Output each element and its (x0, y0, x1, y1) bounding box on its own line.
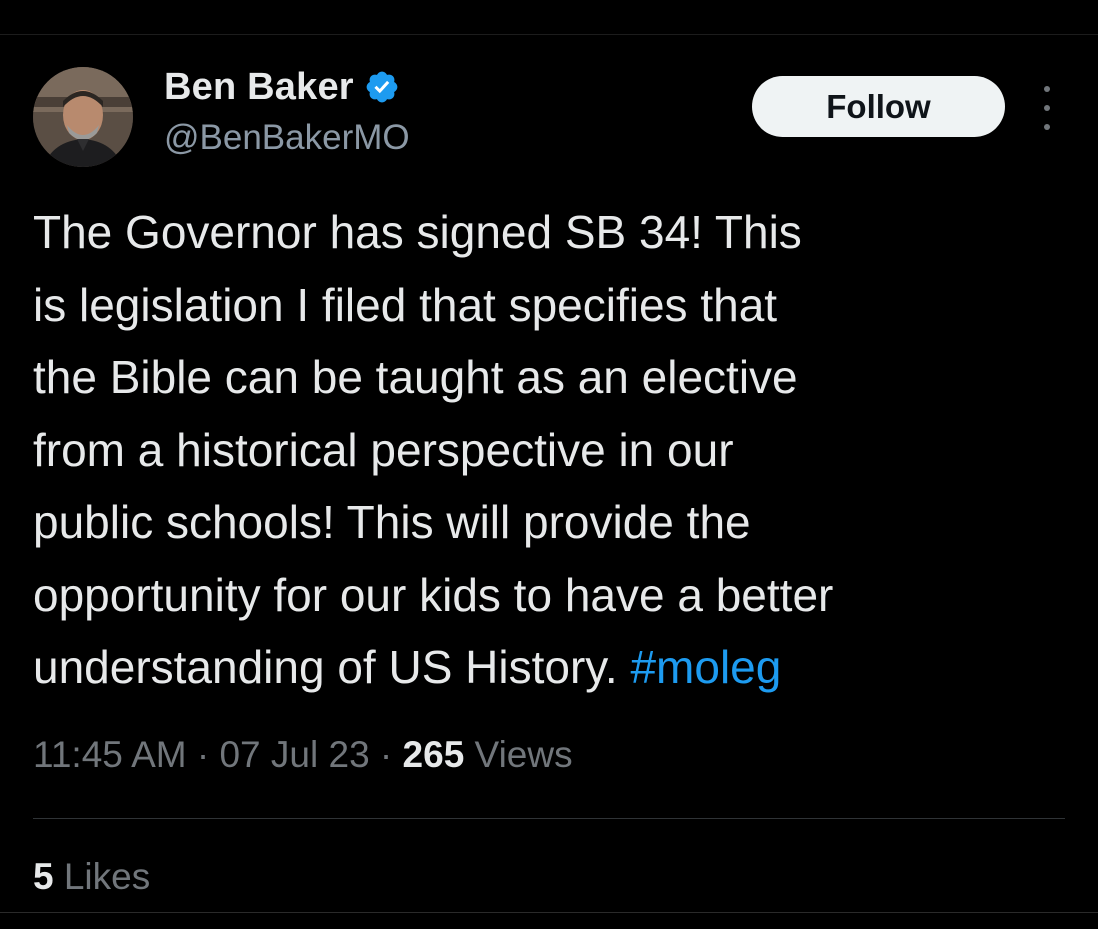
tweet-line: is legislation I filed that specifies th… (33, 278, 778, 331)
tweet-line-last: understanding of US History. #moleg (33, 631, 1073, 704)
tweet-text: The Governor has signed SB 34! This is l… (33, 196, 1073, 704)
more-dot (1044, 105, 1050, 111)
tweet-line: from a historical perspective in our (33, 423, 734, 476)
views-label: Views (464, 734, 573, 775)
tweet-time[interactable]: 11:45 AM (33, 734, 187, 775)
top-divider (0, 34, 1098, 35)
display-name[interactable]: Ben Baker (164, 66, 354, 109)
tweet-meta: 11:45 AM · 07 Jul 23 · 265 Views (33, 734, 573, 776)
divider (33, 818, 1065, 819)
tweet-line: The Governor has signed SB 34! This (33, 206, 802, 258)
tweet-line: public schools! This will provide the (33, 496, 751, 548)
tweet-line: opportunity for our kids to have a bette… (33, 568, 834, 621)
likes-row[interactable]: 5 Likes (33, 856, 150, 898)
meta-separator: · (369, 734, 403, 775)
meta-separator: · (186, 734, 220, 775)
user-handle[interactable]: @BenBakerMO (164, 118, 410, 158)
verified-badge-icon (364, 69, 400, 105)
more-vertical-icon[interactable] (1032, 86, 1062, 130)
tweet-line-text: understanding of US History. (33, 641, 631, 693)
more-dot (1044, 86, 1050, 92)
profile-photo-icon (33, 67, 133, 167)
author-info: Ben Baker @BenBakerMO (164, 62, 410, 158)
likes-label: Likes (53, 856, 151, 897)
tweet-card: Ben Baker @BenBakerMO Follow The Governo… (0, 0, 1098, 929)
tweet-date[interactable]: 07 Jul 23 (219, 734, 369, 775)
likes-count: 5 (33, 856, 54, 897)
views-count: 265 (402, 734, 465, 775)
bottom-divider (0, 912, 1098, 913)
hashtag-link[interactable]: #moleg (630, 641, 781, 693)
name-row: Ben Baker (164, 62, 410, 112)
tweet-line: the Bible can be taught as an elective (33, 351, 798, 403)
avatar[interactable] (33, 67, 133, 167)
more-dot (1044, 124, 1050, 130)
follow-button[interactable]: Follow (752, 76, 1005, 137)
